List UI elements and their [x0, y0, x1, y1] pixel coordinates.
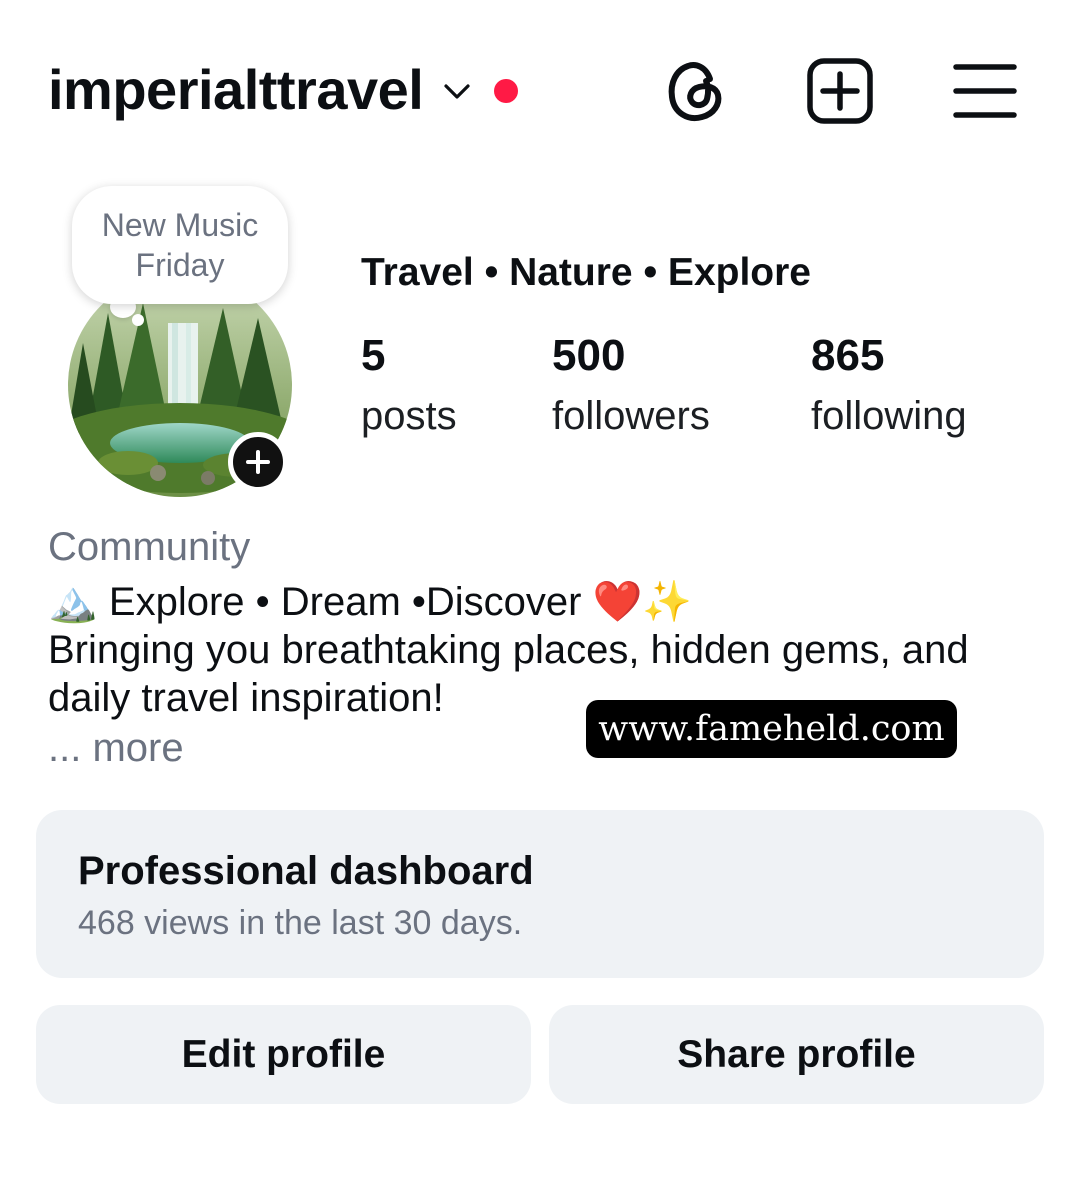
stat-following[interactable]: 865 following — [811, 330, 967, 442]
share-profile-button[interactable]: Share profile — [549, 1005, 1044, 1104]
stat-value: 5 — [361, 331, 386, 380]
chevron-down-icon[interactable] — [442, 76, 472, 106]
profile-note[interactable]: New Music Friday — [72, 186, 288, 304]
stat-label: following — [811, 394, 967, 438]
menu-icon[interactable] — [950, 56, 1020, 126]
watermark: www.fameheld.com — [586, 700, 957, 758]
threads-icon[interactable] — [661, 56, 731, 126]
edit-profile-button[interactable]: Edit profile — [36, 1005, 531, 1104]
dashboard-title: Professional dashboard — [78, 849, 534, 893]
professional-dashboard-card[interactable]: Professional dashboard 468 views in the … — [36, 810, 1044, 978]
bio-line: 🏔️ Explore • Dream •Discover ❤️✨ — [48, 580, 693, 624]
profile-header: imperialttravel — [0, 0, 1080, 180]
username-switcher[interactable]: imperialttravel — [48, 56, 424, 124]
stat-value: 500 — [552, 331, 626, 380]
create-plus-icon[interactable] — [805, 56, 875, 126]
add-story-button[interactable] — [228, 432, 288, 492]
note-bubble-tail-small — [132, 314, 144, 326]
bio-more-link[interactable]: ... more — [48, 724, 184, 772]
stat-label: followers — [552, 394, 710, 438]
profile-category: Community — [48, 525, 251, 569]
display-name: Travel • Nature • Explore — [361, 251, 811, 294]
dashboard-subtitle: 468 views in the last 30 days. — [78, 904, 523, 942]
plus-icon — [246, 450, 270, 474]
bio-line: Bringing you breathtaking places, hidden… — [48, 628, 969, 672]
stat-value: 865 — [811, 331, 885, 380]
stat-posts[interactable]: 5 posts — [361, 330, 457, 442]
notification-dot — [494, 79, 518, 103]
stat-label: posts — [361, 394, 457, 438]
stat-followers[interactable]: 500 followers — [552, 330, 710, 442]
